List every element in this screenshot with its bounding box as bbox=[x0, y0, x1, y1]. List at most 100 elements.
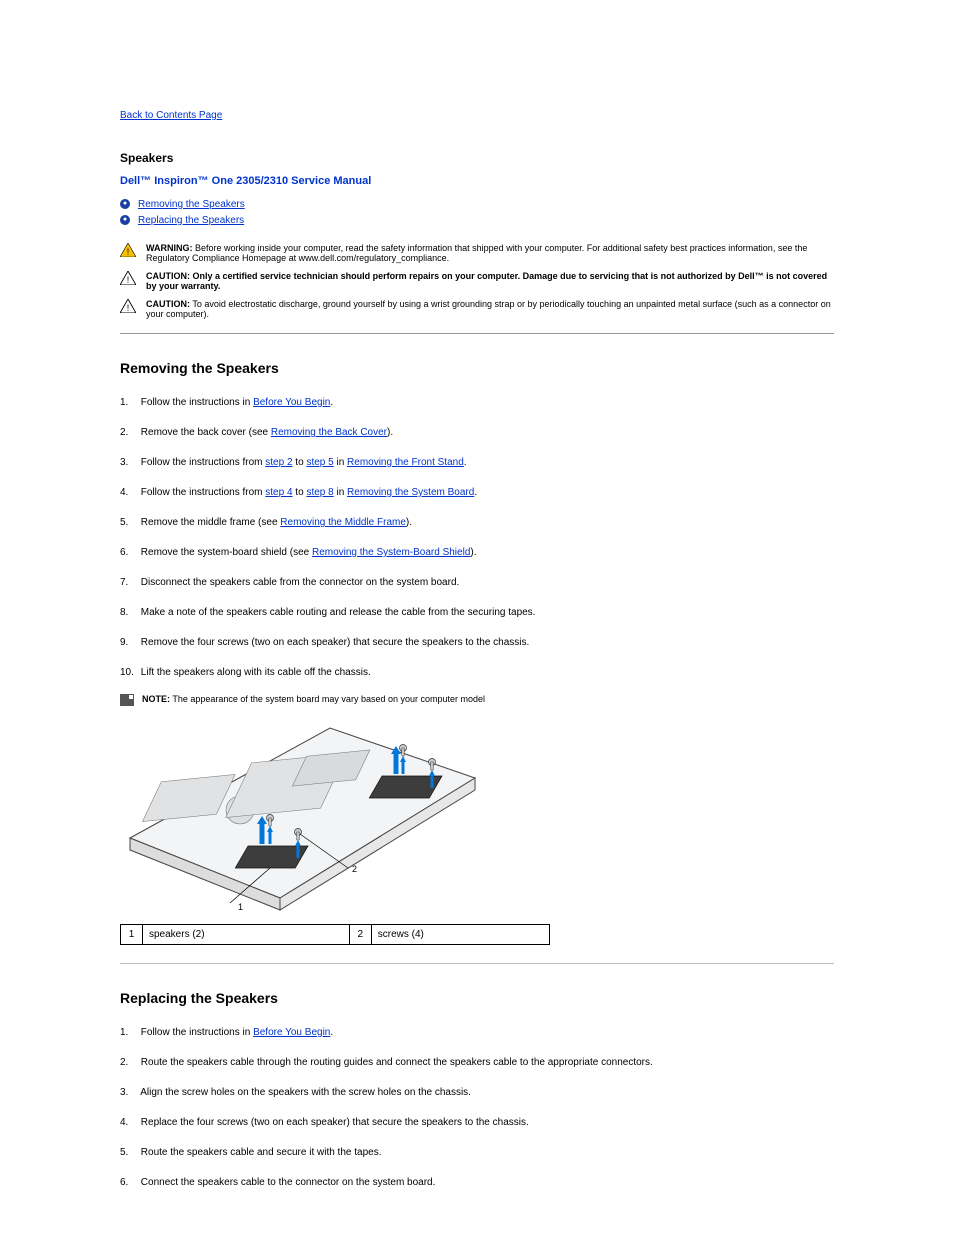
note-label: NOTE: bbox=[142, 694, 170, 704]
link-removing-back-cover[interactable]: Removing the Back Cover bbox=[271, 427, 387, 438]
toc-item-remove: ● Removing the Speakers bbox=[120, 197, 834, 213]
warning-body: Before working inside your computer, rea… bbox=[146, 243, 807, 263]
replace-steps: 1. Follow the instructions in Before You… bbox=[120, 1024, 834, 1192]
caution-2-label: CAUTION: bbox=[146, 299, 190, 309]
step-text: Replace the four screws (two on each spe… bbox=[141, 1117, 529, 1128]
callout-index-2: 2 bbox=[349, 925, 371, 945]
svg-text:!: ! bbox=[127, 275, 130, 285]
caution-2-text: CAUTION: To avoid electrostatic discharg… bbox=[146, 299, 834, 319]
remove-step-8: 8. Make a note of the speakers cable rou… bbox=[120, 604, 834, 622]
step-text: ). bbox=[470, 547, 476, 558]
callout-label-screws: screws (4) bbox=[371, 925, 549, 945]
remove-steps: 1. Follow the instructions in Before You… bbox=[120, 394, 834, 682]
step-text: Disconnect the speakers cable from the c… bbox=[141, 577, 460, 588]
step-text: . bbox=[464, 457, 467, 468]
link-step-8[interactable]: step 8 bbox=[306, 487, 333, 498]
warning-label: WARNING: bbox=[146, 243, 193, 253]
note-row: NOTE: The appearance of the system board… bbox=[120, 694, 834, 706]
remove-step-4: 4. Follow the instructions from step 4 t… bbox=[120, 484, 834, 502]
heading-replace-speakers: Replacing the Speakers bbox=[120, 990, 834, 1006]
back-to-contents-link[interactable]: Back to Contents Page bbox=[120, 110, 222, 121]
link-removing-middle-frame[interactable]: Removing the Middle Frame bbox=[280, 517, 406, 528]
remove-step-2: 2. Remove the back cover (see Removing t… bbox=[120, 424, 834, 442]
bullet-icon: ● bbox=[120, 215, 130, 225]
remove-step-3: 3. Follow the instructions from step 2 t… bbox=[120, 454, 834, 472]
link-step-5[interactable]: step 5 bbox=[306, 457, 333, 468]
step-text: Lift the speakers along with its cable o… bbox=[141, 667, 371, 678]
step-text: to bbox=[293, 487, 307, 498]
step-text: Route the speakers cable through the rou… bbox=[141, 1057, 653, 1068]
note-body: The appearance of the system board may v… bbox=[172, 694, 485, 704]
step-text: Remove the back cover (see bbox=[141, 427, 271, 438]
caution-2-body: To avoid electrostatic discharge, ground… bbox=[146, 299, 831, 319]
step-text: ). bbox=[406, 517, 412, 528]
caution-1-label: CAUTION: bbox=[146, 271, 190, 281]
speakers-diagram: 1 2 bbox=[120, 718, 480, 918]
manual-title: Dell™ Inspiron™ One 2305/2310 Service Ma… bbox=[120, 175, 834, 187]
caution-1-body: Only a certified service technician shou… bbox=[146, 271, 827, 291]
bullet-icon: ● bbox=[120, 199, 130, 209]
remove-step-1: 1. Follow the instructions in Before You… bbox=[120, 394, 834, 412]
callout-index-1: 1 bbox=[121, 925, 143, 945]
svg-text:!: ! bbox=[127, 303, 130, 313]
callout-2: 2 bbox=[352, 864, 357, 874]
page-title: Speakers bbox=[120, 151, 834, 165]
link-step-4[interactable]: step 4 bbox=[265, 487, 292, 498]
link-removing-front-stand[interactable]: Removing the Front Stand bbox=[347, 457, 464, 468]
step-text: Follow the instructions in bbox=[141, 397, 253, 408]
step-text: Make a note of the speakers cable routin… bbox=[141, 607, 536, 618]
warning-row: ! WARNING: Before working inside your co… bbox=[120, 243, 834, 263]
step-text: Align the screw holes on the speakers wi… bbox=[140, 1087, 471, 1098]
heading-remove-speakers: Removing the Speakers bbox=[120, 360, 834, 376]
link-removing-system-board-shield[interactable]: Removing the System-Board Shield bbox=[312, 547, 470, 558]
toc-link-replace[interactable]: Replacing the Speakers bbox=[138, 215, 244, 226]
note-text: NOTE: The appearance of the system board… bbox=[142, 694, 834, 704]
remove-step-6: 6. Remove the system-board shield (see R… bbox=[120, 544, 834, 562]
warning-text: WARNING: Before working inside your comp… bbox=[146, 243, 834, 263]
step-text: . bbox=[330, 1027, 333, 1038]
toc-item-replace: ● Replacing the Speakers bbox=[120, 213, 834, 229]
step-text: to bbox=[293, 457, 307, 468]
caution-icon: ! bbox=[120, 271, 136, 285]
step-text: Remove the system-board shield (see bbox=[141, 547, 312, 558]
caution-1-text: CAUTION: Only a certified service techni… bbox=[146, 271, 834, 291]
divider bbox=[120, 333, 834, 334]
caution-row-2: ! CAUTION: To avoid electrostatic discha… bbox=[120, 299, 834, 319]
callout-table: 1 speakers (2) 2 screws (4) bbox=[120, 924, 550, 945]
step-text: . bbox=[474, 487, 477, 498]
replace-step-5: 5. Route the speakers cable and secure i… bbox=[120, 1144, 834, 1162]
remove-step-7: 7. Disconnect the speakers cable from th… bbox=[120, 574, 834, 592]
caution-icon: ! bbox=[120, 299, 136, 313]
step-text: Remove the middle frame (see bbox=[141, 517, 281, 528]
step-text: in bbox=[334, 457, 347, 468]
step-text: Remove the four screws (two on each spea… bbox=[141, 637, 530, 648]
step-text: Follow the instructions in bbox=[141, 1027, 253, 1038]
step-text: ). bbox=[387, 427, 393, 438]
step-text: . bbox=[330, 397, 333, 408]
replace-step-1: 1. Follow the instructions in Before You… bbox=[120, 1024, 834, 1042]
callout-label-speakers: speakers (2) bbox=[143, 925, 350, 945]
step-text: Connect the speakers cable to the connec… bbox=[141, 1177, 436, 1188]
remove-step-5: 5. Remove the middle frame (see Removing… bbox=[120, 514, 834, 532]
replace-step-3: 3. Align the screw holes on the speakers… bbox=[120, 1084, 834, 1102]
replace-step-2: 2. Route the speakers cable through the … bbox=[120, 1054, 834, 1072]
toc-link-remove[interactable]: Removing the Speakers bbox=[138, 199, 245, 210]
divider bbox=[120, 963, 834, 964]
note-icon bbox=[120, 694, 134, 706]
step-text: Follow the instructions from bbox=[141, 457, 266, 468]
table-row: 1 speakers (2) 2 screws (4) bbox=[121, 925, 550, 945]
svg-text:!: ! bbox=[127, 247, 130, 257]
warning-icon: ! bbox=[120, 243, 136, 257]
step-text: Follow the instructions from bbox=[141, 487, 266, 498]
link-step-2[interactable]: step 2 bbox=[265, 457, 292, 468]
link-before-you-begin[interactable]: Before You Begin bbox=[253, 397, 330, 408]
caution-row-1: ! CAUTION: Only a certified service tech… bbox=[120, 271, 834, 291]
remove-step-9: 9. Remove the four screws (two on each s… bbox=[120, 634, 834, 652]
link-before-you-begin[interactable]: Before You Begin bbox=[253, 1027, 330, 1038]
toc-list: ● Removing the Speakers ● Replacing the … bbox=[120, 197, 834, 229]
step-text: Route the speakers cable and secure it w… bbox=[141, 1147, 382, 1158]
replace-step-4: 4. Replace the four screws (two on each … bbox=[120, 1114, 834, 1132]
step-text: in bbox=[334, 487, 347, 498]
link-removing-system-board[interactable]: Removing the System Board bbox=[347, 487, 474, 498]
callout-1: 1 bbox=[238, 902, 243, 912]
